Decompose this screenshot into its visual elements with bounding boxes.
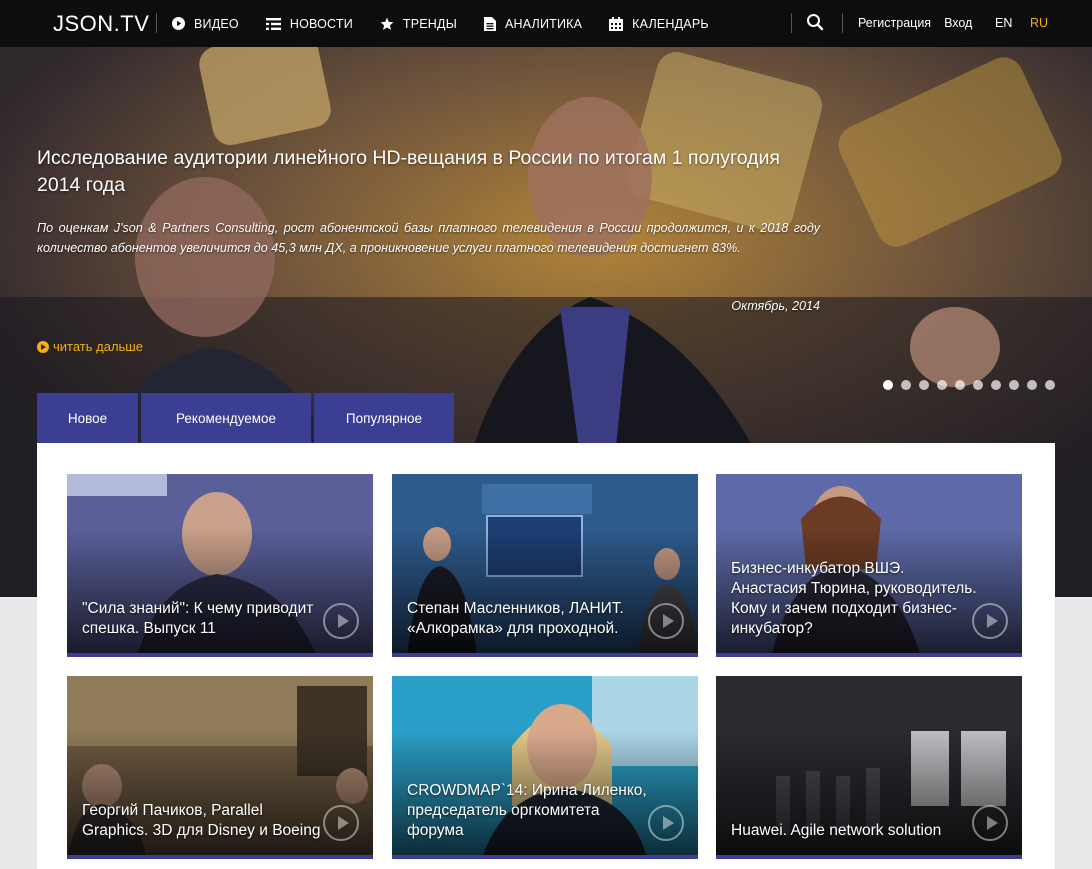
nav-label: ТРЕНДЫ: [402, 16, 457, 31]
slider-dot[interactable]: [1009, 380, 1019, 390]
tab-new[interactable]: Новое: [37, 393, 138, 450]
slider-dot[interactable]: [1045, 380, 1055, 390]
login-link[interactable]: Вход: [944, 16, 972, 30]
video-card[interactable]: Степан Масленников, ЛАНИТ. «Алкорамка» д…: [392, 474, 698, 657]
play-icon[interactable]: [323, 805, 359, 841]
nav-item-video[interactable]: ВИДЕО: [172, 17, 239, 31]
play-icon[interactable]: [972, 805, 1008, 841]
slider-dot[interactable]: [1027, 380, 1037, 390]
nav-label: ВИДЕО: [194, 16, 239, 31]
search-divider-right: [842, 13, 843, 33]
register-link[interactable]: Регистрация: [858, 16, 931, 30]
lang-ru-link[interactable]: RU: [1030, 16, 1048, 30]
hero-date: Октябрь, 2014: [731, 299, 820, 313]
star-icon: [380, 17, 394, 30]
video-title: Huawei. Agile network solution: [731, 822, 942, 839]
read-more-link[interactable]: читать дальше: [37, 339, 143, 354]
nav-label: НОВОСТИ: [289, 16, 353, 31]
top-navigation: JSON.TV ВИДЕО НОВОСТИ ТРЕНДЫ АНАЛИТИКА К…: [0, 0, 1092, 47]
nav-item-trends[interactable]: ТРЕНДЫ: [380, 17, 457, 31]
slider-pagination: [883, 380, 1063, 390]
news-list-icon: [265, 17, 281, 30]
video-title: Бизнес-инкубатор ВШЭ. Анастасия Тюрина, …: [731, 560, 977, 637]
play-icon[interactable]: [648, 603, 684, 639]
nav-item-calendar[interactable]: КАЛЕНДАРЬ: [609, 16, 709, 31]
play-icon[interactable]: [323, 603, 359, 639]
slider-dot[interactable]: [883, 380, 893, 390]
video-card[interactable]: CROWDMAP`14: Ирина Лиленко, председатель…: [392, 676, 698, 859]
slider-dot[interactable]: [919, 380, 929, 390]
document-icon: [483, 16, 496, 31]
main-menu: ВИДЕО НОВОСТИ ТРЕНДЫ АНАЛИТИКА КАЛЕНДАРЬ: [172, 0, 736, 47]
nav-item-analytics[interactable]: АНАЛИТИКА: [483, 16, 583, 31]
video-card[interactable]: Георгий Пачиков, Parallel Graphics. 3D д…: [67, 676, 373, 859]
play-icon[interactable]: [648, 805, 684, 841]
slider-dot[interactable]: [937, 380, 947, 390]
slider-dot[interactable]: [973, 380, 983, 390]
video-title: CROWDMAP`14: Ирина Лиленко, председатель…: [407, 782, 647, 839]
video-card[interactable]: Huawei. Agile network solution: [716, 676, 1022, 859]
tab-popular[interactable]: Популярное: [314, 393, 454, 443]
video-card[interactable]: Бизнес-инкубатор ВШЭ. Анастасия Тюрина, …: [716, 474, 1022, 657]
nav-item-news[interactable]: НОВОСТИ: [265, 16, 353, 31]
tab-recommended[interactable]: Рекомендуемое: [141, 393, 311, 443]
search-icon[interactable]: [806, 13, 824, 31]
read-more-label: читать дальше: [53, 339, 143, 354]
auth-links: Регистрация Вход: [858, 16, 972, 30]
video-title: "Сила знаний": К чему приводит спешка. В…: [82, 600, 314, 637]
nav-label: КАЛЕНДАРЬ: [632, 16, 709, 31]
search-divider-left: [791, 13, 792, 33]
slider-dot[interactable]: [901, 380, 911, 390]
video-title: Степан Масленников, ЛАНИТ. «Алкорамка» д…: [407, 600, 624, 637]
hero-lead: По оценкам J'son & Partners Consulting, …: [37, 221, 820, 255]
arrow-circle-icon: [37, 340, 49, 353]
content-tabs: Новое Рекомендуемое Популярное: [37, 393, 457, 450]
logo-divider: [156, 13, 157, 33]
site-logo[interactable]: JSON.TV: [53, 11, 149, 37]
play-circle-icon: [172, 17, 185, 30]
video-grid: "Сила знаний": К чему приводит спешка. В…: [37, 443, 1055, 869]
lang-en-link[interactable]: EN: [995, 16, 1012, 30]
video-title: Георгий Пачиков, Parallel Graphics. 3D д…: [82, 802, 321, 839]
video-card[interactable]: "Сила знаний": К чему приводит спешка. В…: [67, 474, 373, 657]
hero-title[interactable]: Исследование аудитории линейного HD-веща…: [37, 145, 797, 199]
slider-dot[interactable]: [991, 380, 1001, 390]
play-icon[interactable]: [972, 603, 1008, 639]
calendar-icon: [609, 16, 624, 31]
slider-dot[interactable]: [955, 380, 965, 390]
nav-label: АНАЛИТИКА: [504, 16, 583, 31]
